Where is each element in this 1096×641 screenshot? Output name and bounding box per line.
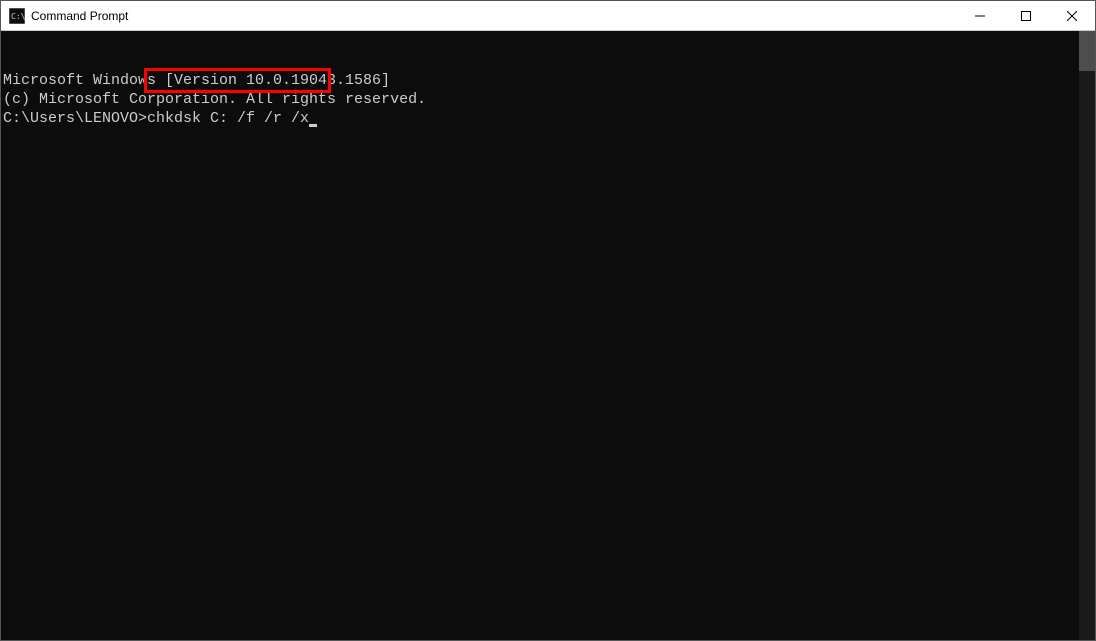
output-line-version: Microsoft Windows [Version 10.0.19043.15… bbox=[3, 71, 1077, 90]
prompt-line: C:\Users\LENOVO>chkdsk C: /f /r /x bbox=[3, 109, 1077, 128]
cursor bbox=[309, 124, 317, 127]
svg-text:C:\: C:\ bbox=[11, 12, 25, 21]
vertical-scrollbar[interactable] bbox=[1079, 31, 1095, 640]
output-line-copyright: (c) Microsoft Corporation. All rights re… bbox=[3, 90, 1077, 109]
window-title: Command Prompt bbox=[31, 9, 957, 23]
titlebar[interactable]: C:\ Command Prompt bbox=[1, 1, 1095, 31]
typed-command: chkdsk C: /f /r /x bbox=[147, 110, 309, 127]
maximize-button[interactable] bbox=[1003, 1, 1049, 31]
terminal-wrapper: Microsoft Windows [Version 10.0.19043.15… bbox=[1, 31, 1095, 640]
close-button[interactable] bbox=[1049, 1, 1095, 31]
terminal[interactable]: Microsoft Windows [Version 10.0.19043.15… bbox=[1, 31, 1079, 640]
command-prompt-window: C:\ Command Prompt Microsoft Windows [Ve… bbox=[0, 0, 1096, 641]
scrollbar-thumb[interactable] bbox=[1079, 31, 1095, 71]
cmd-icon: C:\ bbox=[9, 8, 25, 24]
prompt-path: C:\Users\LENOVO> bbox=[3, 110, 147, 127]
window-controls bbox=[957, 1, 1095, 30]
minimize-button[interactable] bbox=[957, 1, 1003, 31]
